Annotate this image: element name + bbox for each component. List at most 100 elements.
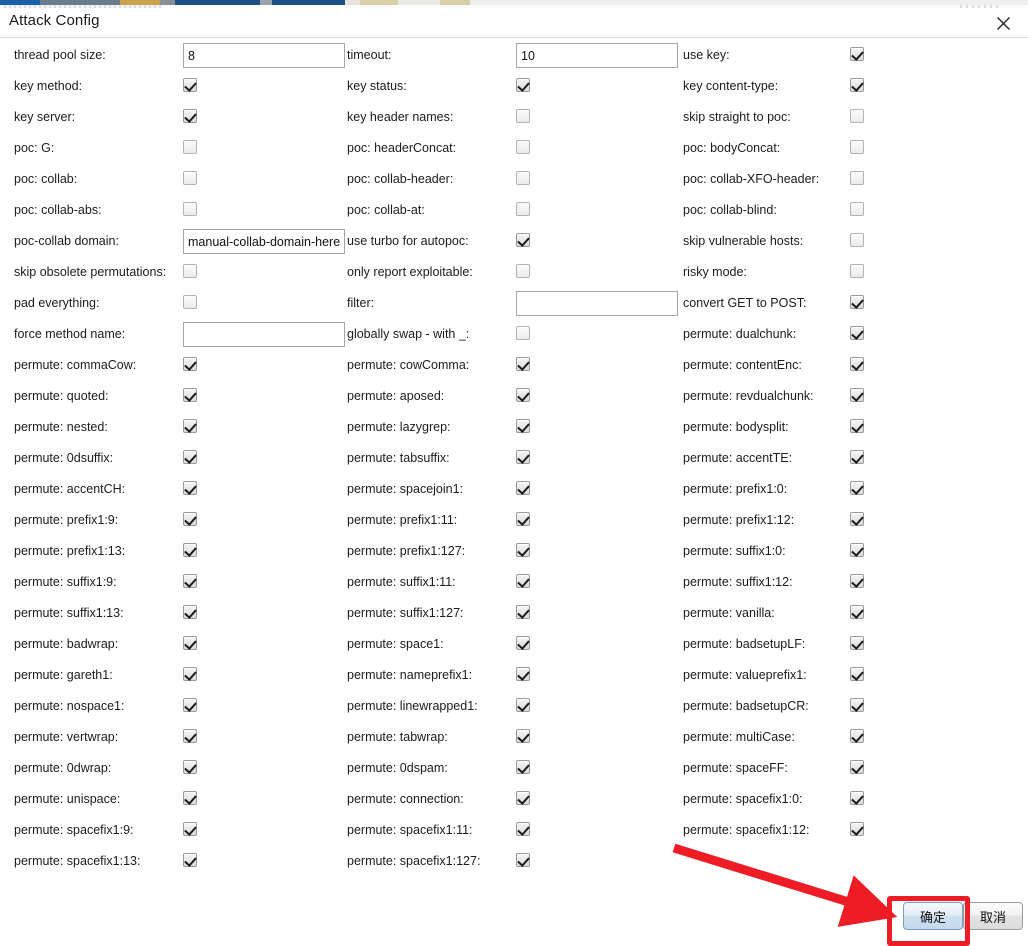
checkbox-permute-0dwrap[interactable]: [183, 760, 197, 774]
checkbox-permute-prefix1-12[interactable]: [850, 512, 864, 526]
label-permute-spacefix1-12: permute: spacefix1:12:: [683, 823, 810, 837]
checkbox-poc-collab-xfo-header[interactable]: [850, 171, 864, 185]
checkbox-permute-0dsuffix[interactable]: [183, 450, 197, 464]
checkbox-poc-collab[interactable]: [183, 171, 197, 185]
checkbox-permute-suffix1-127[interactable]: [516, 605, 530, 619]
checkbox-permute-badwrap[interactable]: [183, 636, 197, 650]
checkbox-skip-vulnerable-hosts[interactable]: [850, 233, 864, 247]
checkbox-key-status[interactable]: [516, 78, 530, 92]
label-permute-aposed: permute: aposed:: [347, 389, 445, 403]
label-permute-accentte: permute: accentTE:: [683, 451, 793, 465]
checkbox-only-report-exploitable[interactable]: [516, 264, 530, 278]
label-permute-badsetupcr: permute: badsetupCR:: [683, 699, 809, 713]
checkbox-permute-vertwrap[interactable]: [183, 729, 197, 743]
checkbox-permute-quoted[interactable]: [183, 388, 197, 402]
checkbox-permute-spacefix1-127[interactable]: [516, 853, 530, 867]
checkbox-use-turbo-for-autopoc[interactable]: [516, 233, 530, 247]
checkbox-permute-contentenc[interactable]: [850, 357, 864, 371]
checkbox-poc-collab-header[interactable]: [516, 171, 530, 185]
checkbox-permute-suffix1-13[interactable]: [183, 605, 197, 619]
checkbox-permute-dualchunk[interactable]: [850, 326, 864, 340]
checkbox-permute-revdualchunk[interactable]: [850, 388, 864, 402]
checkbox-permute-0dspam[interactable]: [516, 760, 530, 774]
checkbox-key-header-names[interactable]: [516, 109, 530, 123]
input-force-method-name[interactable]: [183, 322, 345, 347]
checkbox-permute-linewrapped1[interactable]: [516, 698, 530, 712]
cancel-button[interactable]: 取消: [963, 902, 1023, 930]
config-row: permute: gareth1: permute: nameprefix1: pe…: [0, 660, 1028, 691]
checkbox-permute-prefix1-127[interactable]: [516, 543, 530, 557]
config-row: thread pool size: timeout: use key:: [0, 40, 1028, 71]
checkbox-permute-commacow[interactable]: [183, 357, 197, 371]
config-row: key server: key header names: skip straigh…: [0, 102, 1028, 133]
checkbox-risky-mode[interactable]: [850, 264, 864, 278]
checkbox-permute-suffix1-11[interactable]: [516, 574, 530, 588]
checkbox-permute-prefix1-0[interactable]: [850, 481, 864, 495]
checkbox-convert-get-to-post[interactable]: [850, 295, 864, 309]
input-poc-collab-domain[interactable]: [183, 229, 345, 254]
label-permute-prefix1-0: permute: prefix1:0:: [683, 482, 788, 496]
label-permute-prefix1-13: permute: prefix1:13:: [14, 544, 126, 558]
config-row: permute: quoted: permute: aposed: permute:…: [0, 381, 1028, 412]
checkbox-permute-prefix1-11[interactable]: [516, 512, 530, 526]
close-icon[interactable]: [986, 10, 1020, 36]
checkbox-permute-badsetuplf[interactable]: [850, 636, 864, 650]
checkbox-globally-swap-with[interactable]: [516, 326, 530, 340]
checkbox-permute-spacefix1-12[interactable]: [850, 822, 864, 836]
checkbox-permute-spaceff[interactable]: [850, 760, 864, 774]
checkbox-permute-suffix1-9[interactable]: [183, 574, 197, 588]
checkbox-permute-spacefix1-0[interactable]: [850, 791, 864, 805]
checkbox-permute-unispace[interactable]: [183, 791, 197, 805]
ok-button[interactable]: 确定: [903, 902, 963, 930]
checkbox-skip-straight-to-poc[interactable]: [850, 109, 864, 123]
checkbox-poc-headerconcat[interactable]: [516, 140, 530, 154]
label-permute-multicase: permute: multiCase:: [683, 730, 795, 744]
checkbox-permute-prefix1-13[interactable]: [183, 543, 197, 557]
checkbox-permute-space1[interactable]: [516, 636, 530, 650]
checkbox-skip-obsolete-permutations[interactable]: [183, 264, 197, 278]
checkbox-permute-vanilla[interactable]: [850, 605, 864, 619]
label-only-report-exploitable: only report exploitable:: [347, 265, 473, 279]
label-key-status: key status:: [347, 79, 407, 93]
checkbox-permute-suffix1-12[interactable]: [850, 574, 864, 588]
checkbox-permute-suffix1-0[interactable]: [850, 543, 864, 557]
checkbox-key-server[interactable]: [183, 109, 197, 123]
label-permute-connection: permute: connection:: [347, 792, 464, 806]
checkbox-permute-lazygrep[interactable]: [516, 419, 530, 433]
checkbox-permute-nested[interactable]: [183, 419, 197, 433]
checkbox-permute-accentte[interactable]: [850, 450, 864, 464]
checkbox-key-method[interactable]: [183, 78, 197, 92]
input-thread-pool-size[interactable]: [183, 43, 345, 68]
checkbox-permute-multicase[interactable]: [850, 729, 864, 743]
checkbox-permute-badsetupcr[interactable]: [850, 698, 864, 712]
checkbox-poc-collab-abs[interactable]: [183, 202, 197, 216]
input-timeout[interactable]: [516, 43, 678, 68]
checkbox-permute-gareth1[interactable]: [183, 667, 197, 681]
input-filter[interactable]: [516, 291, 678, 316]
checkbox-poc-bodyconcat[interactable]: [850, 140, 864, 154]
checkbox-permute-spacefix1-11[interactable]: [516, 822, 530, 836]
checkbox-key-content-type[interactable]: [850, 78, 864, 92]
checkbox-permute-accentch[interactable]: [183, 481, 197, 495]
checkbox-poc-g[interactable]: [183, 140, 197, 154]
checkbox-permute-nospace1[interactable]: [183, 698, 197, 712]
checkbox-poc-collab-blind[interactable]: [850, 202, 864, 216]
checkbox-poc-collab-at[interactable]: [516, 202, 530, 216]
checkbox-permute-aposed[interactable]: [516, 388, 530, 402]
checkbox-use-key[interactable]: [850, 47, 864, 61]
checkbox-permute-bodysplit[interactable]: [850, 419, 864, 433]
checkbox-permute-cowcomma[interactable]: [516, 357, 530, 371]
checkbox-permute-valueprefix1[interactable]: [850, 667, 864, 681]
checkbox-permute-nameprefix1[interactable]: [516, 667, 530, 681]
checkbox-permute-connection[interactable]: [516, 791, 530, 805]
checkbox-pad-everything[interactable]: [183, 295, 197, 309]
checkbox-permute-spacefix1-13[interactable]: [183, 853, 197, 867]
label-convert-get-to-post: convert GET to POST:: [683, 296, 807, 310]
checkbox-permute-prefix1-9[interactable]: [183, 512, 197, 526]
label-poc-collab-blind: poc: collab-blind:: [683, 203, 777, 217]
checkbox-permute-tabsuffix[interactable]: [516, 450, 530, 464]
checkbox-permute-tabwrap[interactable]: [516, 729, 530, 743]
checkbox-permute-spacejoin1[interactable]: [516, 481, 530, 495]
checkbox-permute-spacefix1-9[interactable]: [183, 822, 197, 836]
label-permute-bodysplit: permute: bodysplit:: [683, 420, 789, 434]
